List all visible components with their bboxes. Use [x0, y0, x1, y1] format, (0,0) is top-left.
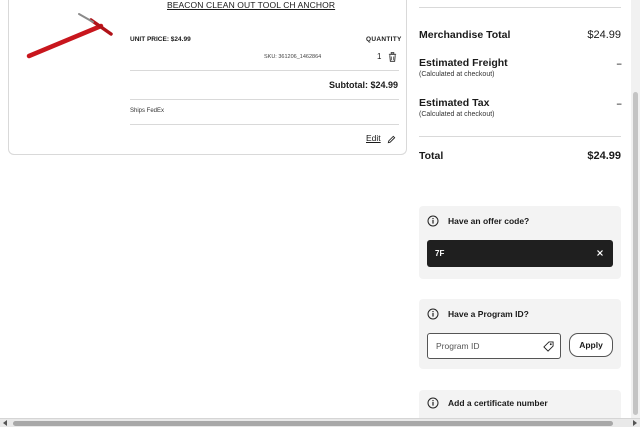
close-icon[interactable] [596, 249, 604, 257]
total-value: $24.99 [587, 150, 621, 162]
info-icon [427, 308, 439, 320]
divider [130, 124, 399, 125]
total-row: Total $24.99 [419, 150, 621, 162]
offer-code-title: Have an offer code? [448, 216, 530, 226]
cart-item-card: BEACON CLEAN OUT TOOL CH ANCHOR UNIT PRI… [8, 0, 407, 155]
merchandise-total-row: Merchandise Total $24.99 [419, 29, 621, 41]
horizontal-scroll-thumb[interactable] [13, 421, 613, 426]
program-id-header[interactable]: Have a Program ID? [427, 308, 529, 320]
divider [130, 99, 399, 100]
product-image[interactable] [23, 12, 119, 60]
unit-price: UNIT PRICE: $24.99 [130, 36, 191, 43]
quantity-value[interactable]: 1 [377, 52, 381, 61]
offer-code-panel: Have an offer code? 7F [419, 206, 621, 279]
scroll-left-icon[interactable] [3, 420, 7, 426]
program-id-input[interactable] [427, 333, 561, 359]
program-id-title: Have a Program ID? [448, 309, 529, 319]
shipping-method: Ships FedEx [130, 108, 165, 114]
divider [130, 70, 399, 71]
vertical-scrollbar[interactable] [631, 0, 640, 418]
offer-code-field[interactable]: 7F [427, 240, 613, 267]
product-title-link[interactable]: BEACON CLEAN OUT TOOL CH ANCHOR [167, 0, 335, 10]
estimated-tax-value: -- [616, 99, 622, 110]
pencil-icon[interactable] [387, 135, 396, 144]
merchandise-total-value: $24.99 [587, 29, 621, 41]
edit-link[interactable]: Edit [366, 133, 381, 143]
summary-divider [419, 136, 621, 137]
scroll-right-icon[interactable] [633, 420, 637, 426]
estimated-tax-label: Estimated Tax [419, 97, 490, 109]
info-icon [427, 397, 439, 409]
tag-icon [543, 341, 554, 352]
offer-code-value: 7F [435, 249, 445, 258]
program-id-panel: Have a Program ID? Apply [419, 299, 621, 369]
estimated-freight-value: -- [616, 59, 622, 70]
estimated-freight-note: (Calculated at checkout) [419, 71, 495, 78]
apply-button[interactable]: Apply [569, 333, 613, 357]
certificate-header[interactable]: Add a certificate number [427, 397, 548, 409]
estimated-tax-note: (Calculated at checkout) [419, 111, 495, 118]
quantity-label: QUANTITY [366, 36, 402, 43]
estimated-tax-row: Estimated Tax (Calculated at checkout) -… [419, 97, 622, 118]
subtotal: Subtotal: $24.99 [328, 80, 398, 90]
estimated-freight-row: Estimated Freight (Calculated at checkou… [419, 57, 622, 78]
trash-icon[interactable] [388, 52, 397, 62]
estimated-freight-label: Estimated Freight [419, 57, 508, 69]
certificate-title: Add a certificate number [448, 398, 548, 408]
summary-divider [419, 7, 621, 8]
offer-code-header[interactable]: Have an offer code? [427, 215, 529, 227]
info-icon [427, 215, 439, 227]
horizontal-scrollbar[interactable] [0, 418, 640, 427]
vertical-scroll-thumb[interactable] [633, 92, 638, 415]
sku-text: SKU: 361206_1462864 [264, 54, 322, 60]
